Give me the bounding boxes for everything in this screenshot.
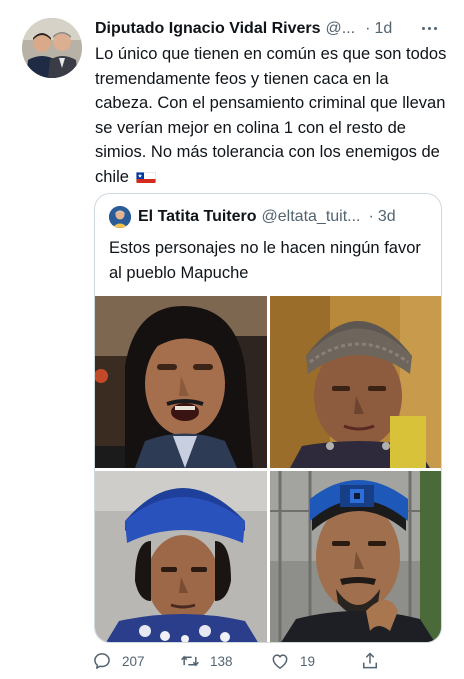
separator-dot: · <box>365 20 371 37</box>
quoted-separator-dot: · <box>368 208 374 225</box>
quoted-author-avatar[interactable] <box>109 206 131 228</box>
like-button[interactable]: 19 <box>270 650 315 672</box>
author-name[interactable]: Diputado Ignacio Vidal Rivers <box>95 20 321 38</box>
retweet-button[interactable]: 138 <box>180 650 233 672</box>
share-button[interactable] <box>360 650 380 672</box>
reply-count: 207 <box>122 653 145 669</box>
retweet-count: 138 <box>210 653 233 669</box>
tweet-actions: 207 138 19 <box>92 650 392 672</box>
quoted-tweet-header: El Tatita Tuitero @eltata_tuit... · 3d <box>109 206 396 228</box>
photo-grid <box>95 296 441 642</box>
author-handle[interactable]: @... <box>326 20 356 38</box>
reply-icon <box>94 653 110 669</box>
share-icon <box>363 652 377 669</box>
like-count: 19 <box>300 653 316 669</box>
quoted-timestamp[interactable]: 3d <box>378 208 396 226</box>
quoted-author-name[interactable]: El Tatita Tuitero <box>138 208 257 226</box>
quoted-author-handle[interactable]: @eltata_tuit... <box>262 208 361 226</box>
photo-2[interactable] <box>270 296 441 468</box>
tweet-timestamp[interactable]: 1d <box>374 20 392 38</box>
more-dots-icon[interactable] <box>416 16 442 40</box>
tweet[interactable]: Diputado Ignacio Vidal Rivers @... · 1d … <box>0 0 464 679</box>
tweet-text: Lo único que tienen en común es que son … <box>95 42 447 189</box>
quoted-tweet-text: Estos personajes no le hacen ningún favo… <box>109 239 421 282</box>
like-icon <box>272 654 288 669</box>
retweet-icon <box>181 655 199 667</box>
photo-3[interactable] <box>95 471 267 642</box>
reply-button[interactable]: 207 <box>92 650 145 672</box>
photo-4[interactable] <box>270 471 441 642</box>
tweet-text-content: Lo único que tienen en común es que son … <box>95 45 447 186</box>
author-avatar[interactable] <box>22 18 82 78</box>
chile-flag-icon <box>135 169 156 183</box>
tweet-header: Diputado Ignacio Vidal Rivers @... · 1d <box>95 17 444 41</box>
photo-1[interactable] <box>95 296 267 468</box>
quoted-tweet[interactable]: El Tatita Tuitero @eltata_tuit... · 3d E… <box>94 193 442 643</box>
